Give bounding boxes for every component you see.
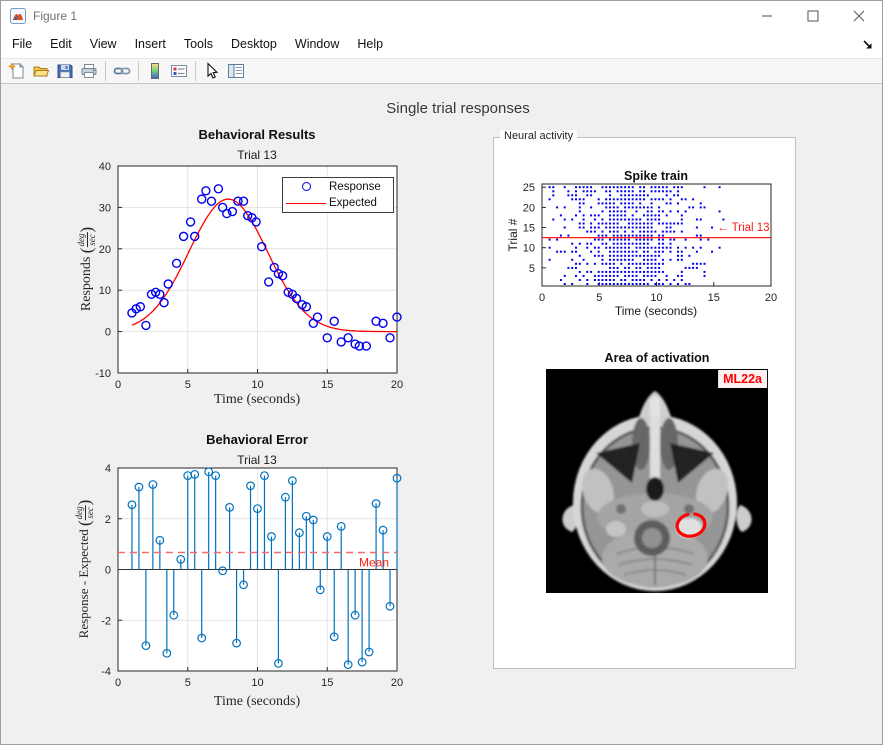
brain-mri-image (546, 369, 768, 593)
response-marker-icon (302, 182, 311, 191)
spike-train-xlabel: Time (seconds) (615, 304, 697, 318)
legend-label-response: Response (329, 181, 381, 193)
legend[interactable]: Response Expected (282, 177, 394, 213)
figure-title: Single trial responses (386, 100, 529, 117)
expected-line-icon (286, 203, 326, 204)
behavioral-error-subtitle: Trial 13 (237, 453, 277, 467)
activation-label: ML22a (718, 370, 767, 388)
link-plot-icon[interactable] (110, 60, 134, 82)
window-title: Figure 1 (33, 9, 77, 23)
menu-bar: FileEditViewInsertToolsDesktopWindowHelp (1, 31, 882, 58)
title-bar: Figure 1 (1, 1, 882, 31)
behavioral-results-xlabel: Time (seconds) (214, 392, 300, 408)
matlab-figure-window: Figure 1 FileEditViewInsertToolsDesktopW… (0, 0, 883, 745)
menu-window[interactable]: Window (286, 31, 348, 58)
menu-file[interactable]: File (3, 31, 41, 58)
dock-figure-icon[interactable] (862, 39, 874, 51)
spike-train-title: Spike train (624, 169, 688, 183)
figure-toolbar (1, 58, 882, 84)
menu-edit[interactable]: Edit (41, 31, 81, 58)
legend-entry-expected: Expected (283, 195, 393, 211)
new-figure-icon[interactable] (5, 60, 29, 82)
menu-help[interactable]: Help (348, 31, 392, 58)
property-inspector-icon[interactable] (224, 60, 248, 82)
open-file-icon[interactable] (29, 60, 53, 82)
menu-view[interactable]: View (81, 31, 126, 58)
menu-insert[interactable]: Insert (126, 31, 175, 58)
behavioral-results-title: Behavioral Results (198, 127, 315, 142)
menu-tools[interactable]: Tools (175, 31, 222, 58)
spike-train-ylabel: Trial # (506, 219, 520, 252)
legend-marker-response (283, 182, 329, 191)
maximize-button[interactable] (790, 1, 836, 31)
toolbar-separator (195, 61, 196, 81)
legend-entry-response: Response (283, 179, 393, 195)
close-button[interactable] (836, 1, 882, 31)
save-figure-icon[interactable] (53, 60, 77, 82)
behavioral-error-xlabel: Time (seconds) (214, 694, 300, 710)
edit-plot-icon[interactable] (200, 60, 224, 82)
legend-label-expected: Expected (329, 197, 377, 209)
behavioral-results-ylabel: Responds (degsec) (77, 227, 97, 311)
minimize-button[interactable] (744, 1, 790, 31)
insert-legend-icon[interactable] (167, 60, 191, 82)
insert-colorbar-icon[interactable] (143, 60, 167, 82)
behavioral-error-ylabel: Response - Expected (degsec) (75, 500, 95, 639)
matlab-figure-icon (10, 8, 26, 24)
print-figure-icon[interactable] (77, 60, 101, 82)
behavioral-results-subtitle: Trial 13 (237, 148, 277, 162)
toolbar-separator (138, 61, 139, 81)
panel-title: Neural activity (500, 130, 577, 142)
menu-desktop[interactable]: Desktop (222, 31, 286, 58)
toolbar-separator (105, 61, 106, 81)
behavioral-error-title: Behavioral Error (206, 432, 308, 447)
legend-marker-expected (283, 203, 329, 204)
activation-title: Area of activation (605, 351, 710, 365)
